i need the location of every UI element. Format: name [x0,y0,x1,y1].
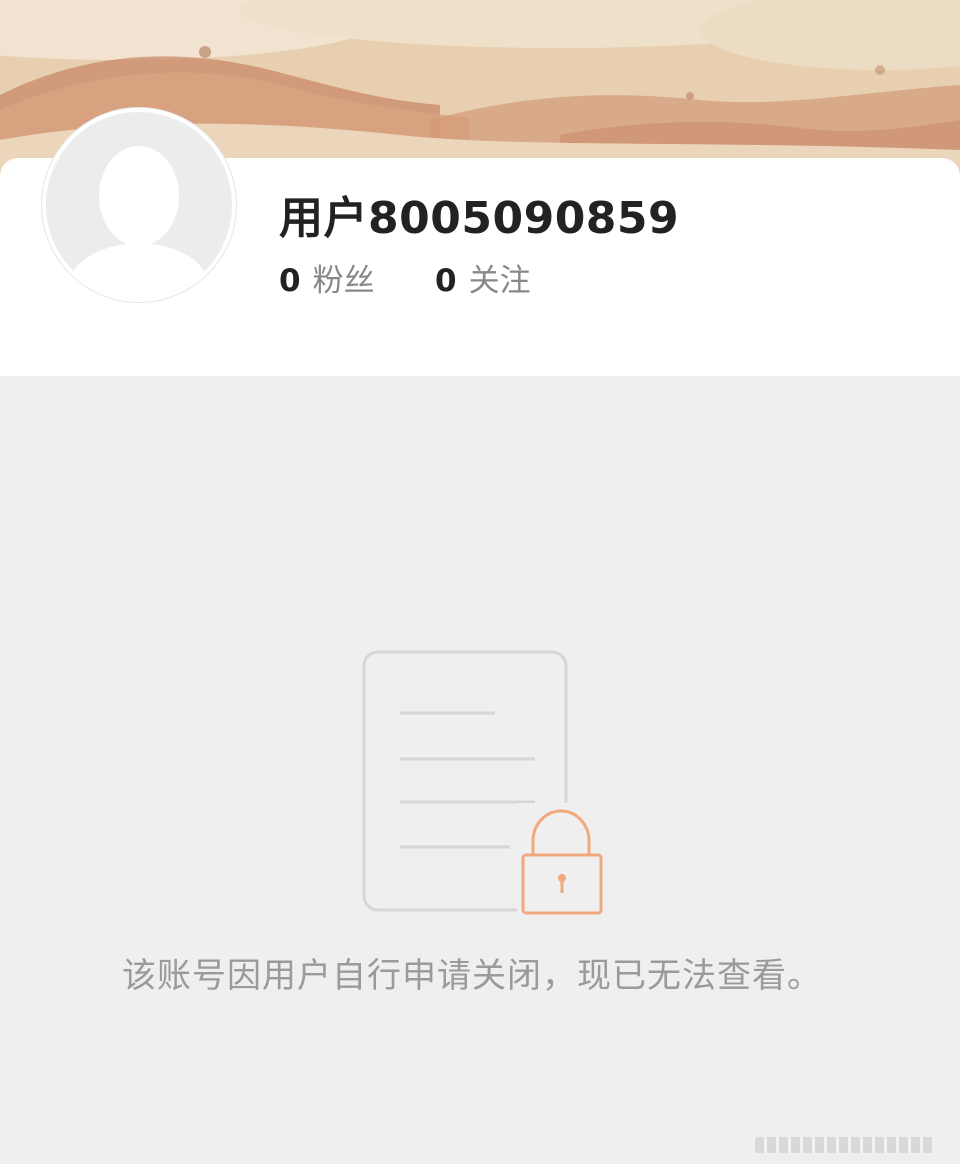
following-count: 0 [435,263,457,299]
following-stat[interactable]: 0 关注 [435,255,531,300]
account-closed-message: 该账号因用户自行申请关闭，现已无法查看。 [122,956,822,996]
username: 用户8005090859 [279,193,680,244]
followers-count: 0 [279,263,301,299]
watermark-strip [755,1137,935,1153]
locked-document-icon [355,645,610,920]
following-label: 关注 [468,263,531,299]
avatar[interactable] [42,108,236,302]
default-avatar-silhouette-icon [46,112,232,298]
followers-stat[interactable]: 0 粉丝 [279,255,375,300]
followers-label: 粉丝 [312,263,375,299]
